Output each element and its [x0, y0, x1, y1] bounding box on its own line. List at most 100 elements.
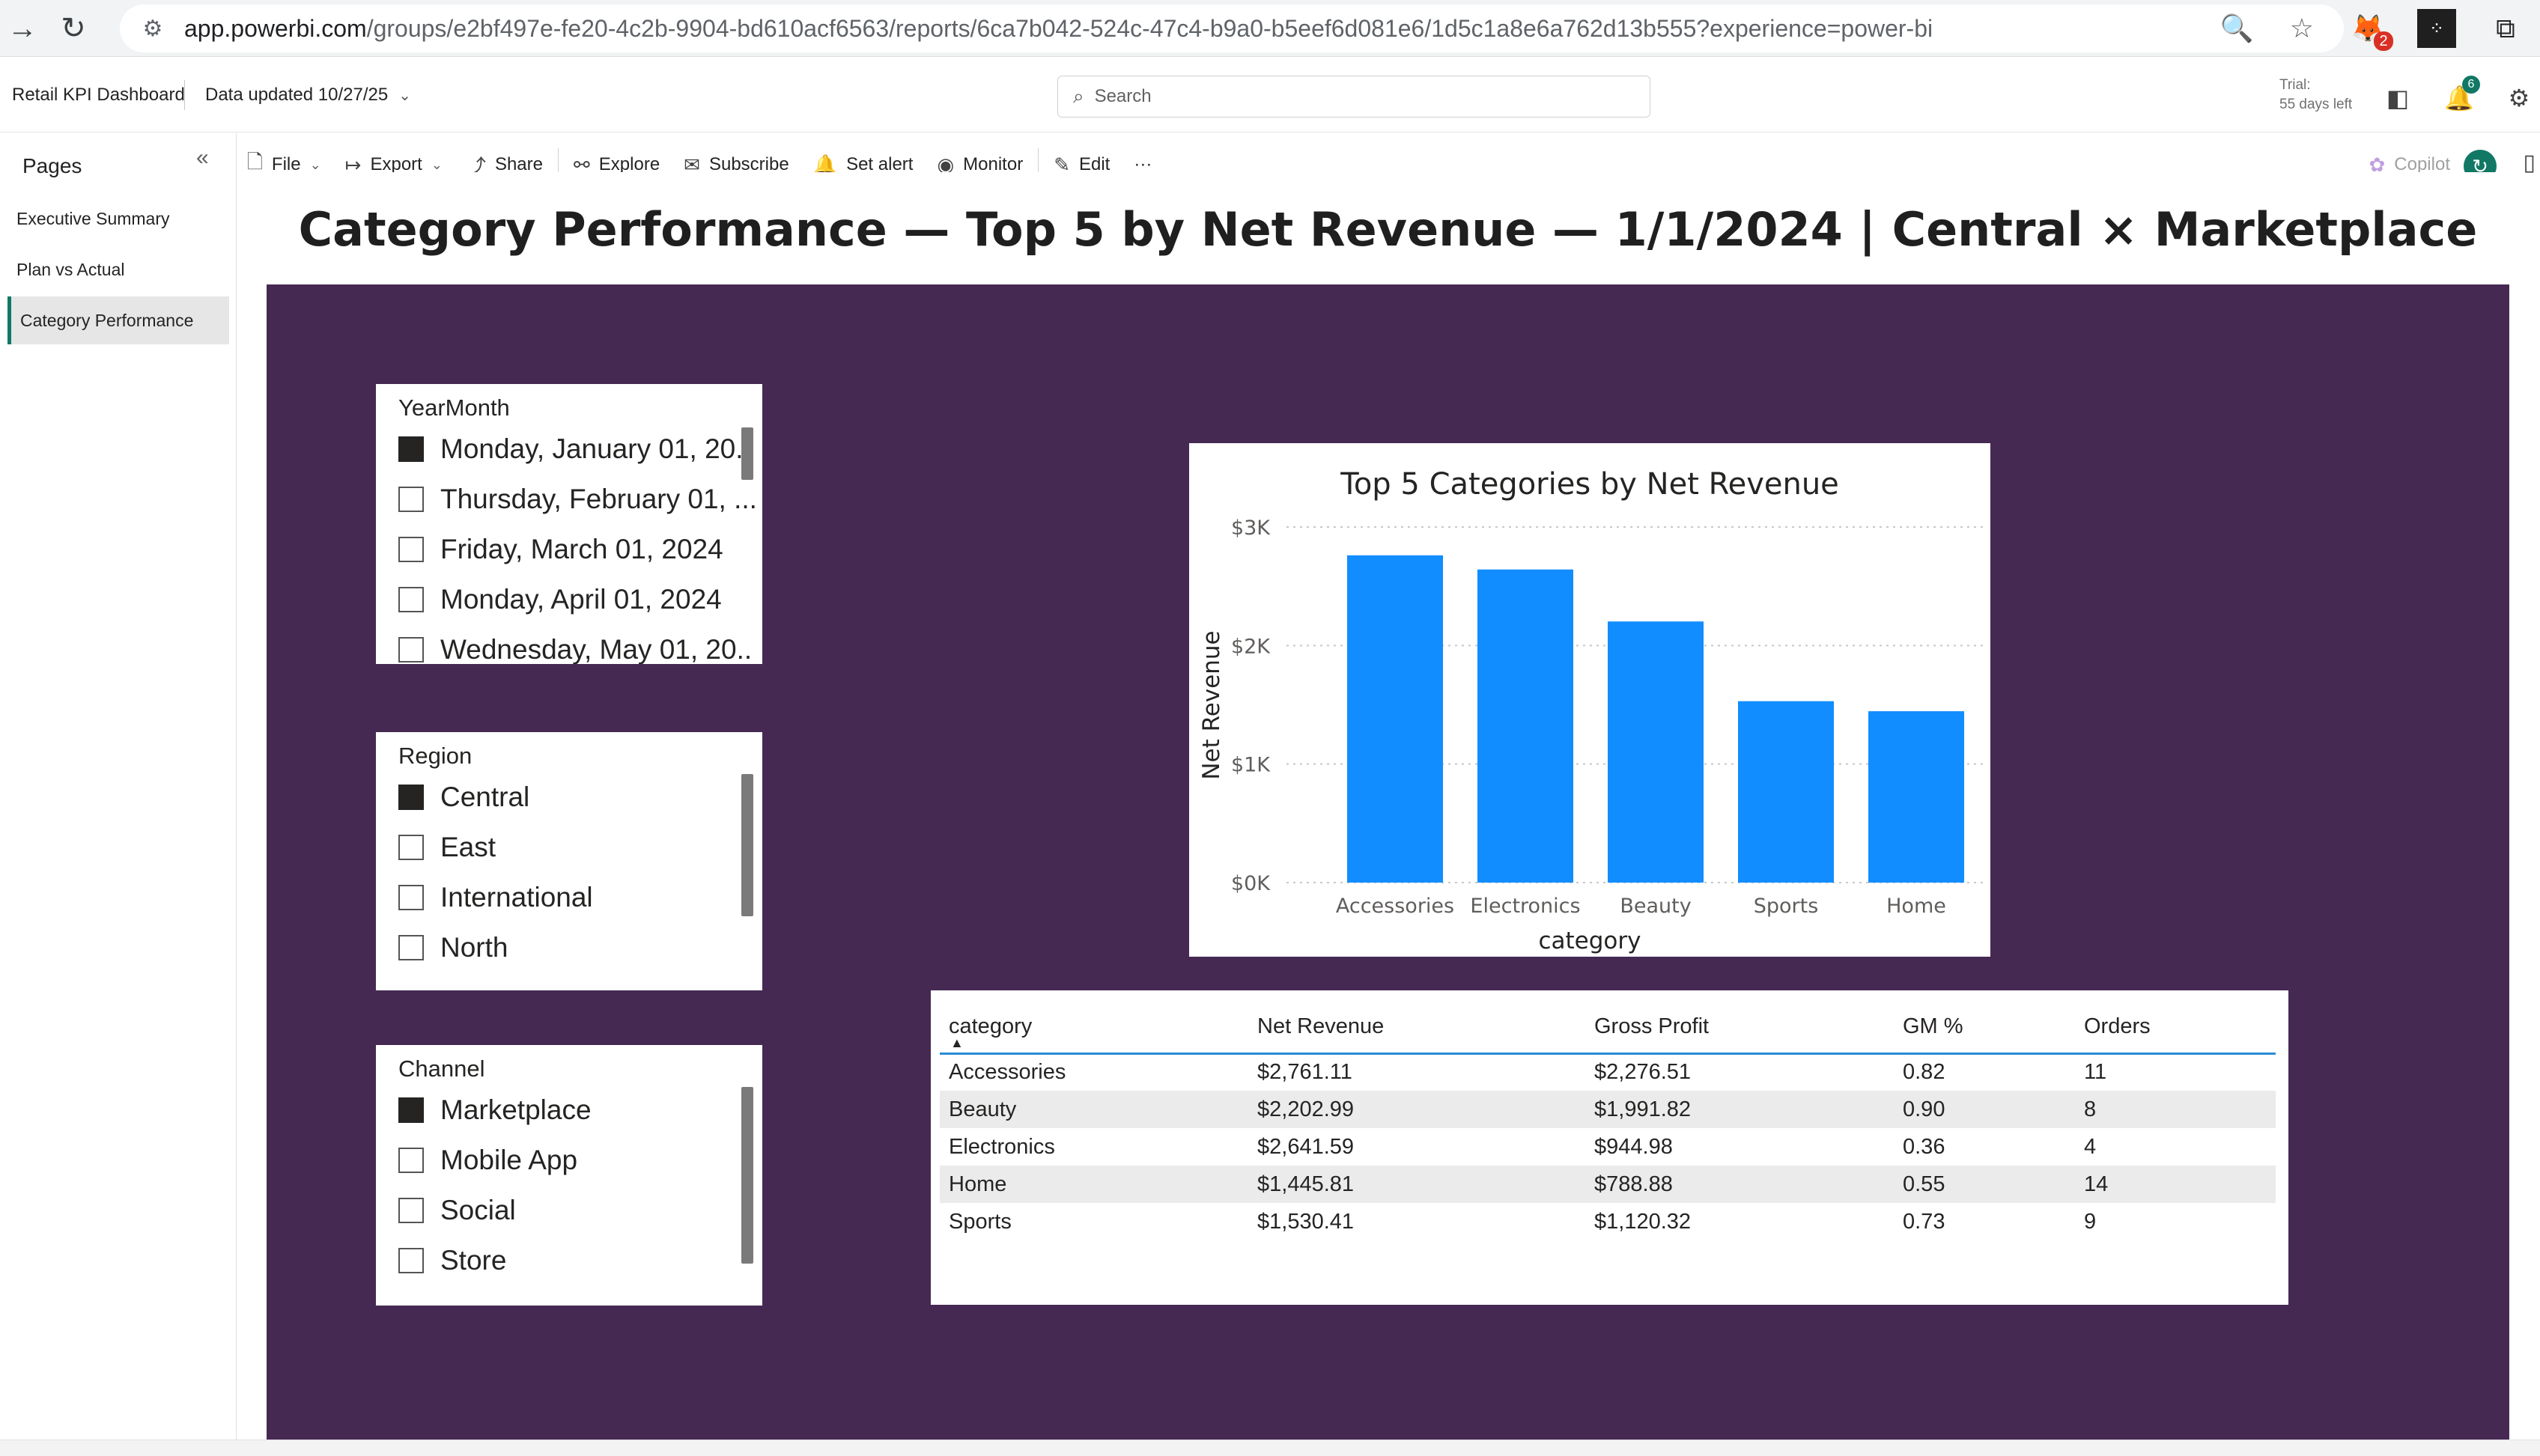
- bar-chart-visual[interactable]: Top 5 Categories by Net Revenue $0K $1K $2K…: [1189, 443, 1990, 957]
- slicer-option-label: Marketplace: [440, 1094, 592, 1125]
- column-header[interactable]: Gross Profit: [1585, 1001, 1894, 1055]
- checkbox[interactable]: [398, 935, 424, 960]
- slicer-title: YearMonth: [398, 395, 510, 421]
- table-row[interactable]: Sports $1,530.41 $1,120.32 0.73 9: [940, 1203, 2276, 1240]
- column-header[interactable]: Orders: [2075, 1001, 2276, 1055]
- bookmark-icon[interactable]: ▯: [2523, 150, 2536, 176]
- slicer-option-label: Social: [440, 1195, 516, 1225]
- bar[interactable]: [1477, 569, 1573, 883]
- x-tick-label: Electronics: [1470, 895, 1580, 918]
- table-cell: 0.55: [1894, 1166, 2075, 1203]
- slicer-title: Region: [398, 743, 473, 769]
- bar[interactable]: [1347, 555, 1443, 883]
- forward-icon[interactable]: →: [0, 6, 45, 51]
- extension-dots-icon[interactable]: ⁘: [2417, 9, 2456, 48]
- slicer-option[interactable]: Friday, March 01, 2024: [398, 534, 723, 565]
- table-cell: $2,202.99: [1248, 1091, 1585, 1128]
- report-name[interactable]: Retail KPI Dashboard: [12, 85, 185, 106]
- extension-fox-icon[interactable]: 🦊 2: [2348, 9, 2393, 51]
- table-cell: 8: [2075, 1091, 2276, 1128]
- extensions-puzzle-icon[interactable]: ⧉: [2486, 9, 2525, 48]
- table-cell: $1,991.82: [1585, 1091, 1894, 1128]
- scrollbar-thumb[interactable]: [741, 1087, 753, 1264]
- slicer-option[interactable]: International: [398, 882, 593, 913]
- slicer-option[interactable]: Central: [398, 782, 529, 813]
- x-tick-label: Sports: [1754, 895, 1819, 918]
- page-tab-category-performance[interactable]: Category Performance: [7, 296, 229, 344]
- table-cell: $1,120.32: [1594, 1209, 1692, 1234]
- checkbox[interactable]: [398, 487, 424, 512]
- slicer-option[interactable]: Monday, January 01, 20..: [398, 433, 751, 465]
- slicer-option[interactable]: Monday, April 01, 2024: [398, 584, 722, 615]
- slicer-option[interactable]: Thursday, February 01, ...: [398, 484, 757, 515]
- search-input[interactable]: ⌕ Search: [1057, 76, 1650, 118]
- notification-badge: 6: [2462, 76, 2480, 94]
- data-updated-dropdown[interactable]: Data updated 10/27/25 ⌄: [205, 85, 411, 106]
- site-info-icon[interactable]: ⚙: [130, 16, 175, 42]
- page-tab-plan-vs-actual[interactable]: Plan vs Actual: [7, 246, 229, 293]
- table-cell: $2,641.59: [1257, 1134, 1355, 1159]
- slicer-option-label: Monday, April 01, 2024: [440, 584, 722, 615]
- table-cell: $2,761.11: [1257, 1060, 1352, 1085]
- slicer-option[interactable]: Mobile App: [398, 1145, 577, 1176]
- bar-chart-svg: Top 5 Categories by Net Revenue $0K $1K $2K…: [1198, 467, 1983, 954]
- table-cell: 0.90: [1894, 1091, 2075, 1128]
- pages-title: Pages: [22, 154, 82, 177]
- zoom-icon[interactable]: 🔍: [2220, 13, 2254, 44]
- checkbox[interactable]: [398, 1198, 424, 1223]
- table-row[interactable]: Beauty $2,202.99 $1,991.82 0.90 8: [940, 1091, 2276, 1128]
- checkbox-checked[interactable]: [398, 436, 424, 462]
- horizontal-scrollbar[interactable]: [0, 1440, 2540, 1456]
- reload-icon[interactable]: ↻: [51, 6, 96, 51]
- slicer-option[interactable]: East: [398, 832, 496, 863]
- collapse-pane-icon[interactable]: «: [196, 145, 209, 171]
- checkbox[interactable]: [398, 1148, 424, 1173]
- column-header[interactable]: GM %: [1894, 1001, 2075, 1055]
- chevron-down-icon: ⌄: [431, 156, 443, 172]
- y-tick-label: $0K: [1231, 872, 1271, 895]
- notifications-bell-icon[interactable]: 🔔 6: [2444, 76, 2480, 113]
- bar[interactable]: [1608, 621, 1704, 883]
- checkbox[interactable]: [398, 885, 424, 910]
- pages-pane: Pages « Executive Summary Plan vs Actual…: [0, 133, 237, 1440]
- page-tab-executive-summary[interactable]: Executive Summary: [7, 195, 229, 243]
- trial-label: Trial:: [2279, 77, 2311, 93]
- chevron-down-icon: ⌄: [398, 88, 411, 104]
- slicer-option[interactable]: Store: [398, 1245, 506, 1276]
- scrollbar-thumb[interactable]: [741, 427, 753, 480]
- slicer-option[interactable]: Marketplace: [398, 1094, 592, 1126]
- table-row[interactable]: Accessories $2,761.11 $2,276.51 0.82 11: [940, 1053, 2276, 1091]
- app-header: Retail KPI Dashboard Data updated 10/27/…: [0, 58, 2540, 132]
- checkbox-checked[interactable]: [398, 785, 424, 810]
- bar[interactable]: [1738, 701, 1834, 883]
- address-bar[interactable]: ⚙ app.powerbi.com/groups/e2bf497e-fe20-4…: [120, 4, 2344, 52]
- slicer-yearmonth: YearMonth Monday, January 01, 20.. Thurs…: [376, 384, 762, 664]
- slicer-option[interactable]: Wednesday, May 01, 20..: [398, 634, 752, 664]
- bookmark-star-icon[interactable]: ☆: [2290, 13, 2314, 44]
- panel-toggle-icon[interactable]: ◧: [2383, 83, 2413, 113]
- x-axis-label: category: [1538, 927, 1641, 954]
- y-axis-label: Net Revenue: [1198, 630, 1225, 779]
- table-cell: $944.98: [1594, 1134, 1673, 1159]
- checkbox[interactable]: [398, 835, 424, 860]
- table-visual[interactable]: category ▲ Net Revenue Gross Profit GM % Orde…: [931, 990, 2288, 1305]
- slicer-option[interactable]: Social: [398, 1195, 516, 1226]
- table-row[interactable]: Home $1,445.81 $788.88 0.55 14: [940, 1166, 2276, 1203]
- slicer-option[interactable]: North: [398, 932, 508, 963]
- column-header[interactable]: category ▲: [940, 1001, 1248, 1055]
- checkbox[interactable]: [398, 637, 424, 662]
- table-cell: 0.36: [1903, 1134, 1945, 1159]
- scrollbar-thumb[interactable]: [741, 774, 753, 916]
- table-cell: Accessories: [949, 1060, 1066, 1085]
- checkbox[interactable]: [398, 587, 424, 612]
- table-cell: 0.73: [1903, 1209, 1945, 1234]
- bar[interactable]: [1868, 711, 1964, 883]
- checkbox[interactable]: [398, 537, 424, 562]
- checkbox[interactable]: [398, 1248, 424, 1273]
- search-icon: ⌕: [1073, 85, 1084, 107]
- table-cell: 4: [2084, 1134, 2097, 1159]
- column-header[interactable]: Net Revenue: [1248, 1001, 1585, 1055]
- table-row[interactable]: Electronics $2,641.59 $944.98 0.36 4: [940, 1128, 2276, 1166]
- settings-gear-icon[interactable]: ⚙: [2504, 83, 2534, 113]
- checkbox-checked[interactable]: [398, 1097, 424, 1123]
